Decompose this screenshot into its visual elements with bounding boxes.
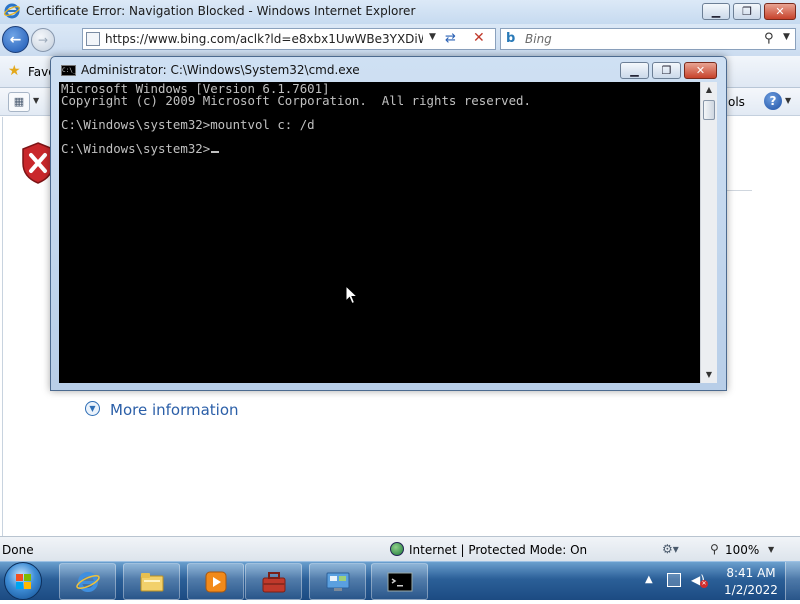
status-bar: Done Internet | Protected Mode: On ⚙▾ ⚲ …	[0, 536, 800, 561]
window-title: Certificate Error: Navigation Blocked - …	[26, 4, 416, 18]
cmd-scrollbar[interactable]: ▲ ▼	[700, 82, 717, 383]
taskbar-internet-explorer[interactable]	[59, 563, 116, 600]
back-button[interactable]: ←	[2, 26, 29, 53]
maximize-button[interactable]: ❐	[733, 3, 761, 20]
zoom-icon[interactable]: ⚲	[710, 542, 719, 556]
text-cursor	[211, 151, 220, 153]
popup-settings-icon[interactable]: ⚙▾	[662, 542, 679, 556]
cmd-icon: C:\_	[61, 65, 77, 76]
bing-icon: b	[506, 31, 516, 46]
start-button[interactable]	[4, 562, 42, 600]
console-line: Copyright (c) 2009 Microsoft Corporation…	[61, 93, 531, 108]
show-desktop-button[interactable]	[785, 562, 800, 601]
console-line: C:\Windows\system32>mountvol c: /d	[61, 117, 315, 132]
close-button[interactable]: ✕	[764, 3, 796, 20]
media-player-icon	[205, 571, 226, 592]
status-text: Done	[2, 543, 34, 557]
taskbar-media-player[interactable]	[187, 563, 244, 600]
cmd-console[interactable]: Microsoft Windows [Version 6.1.7601] Cop…	[59, 82, 700, 383]
search-input[interactable]: Bing	[525, 32, 552, 46]
tabs-dropdown-icon[interactable]: ▼	[33, 96, 39, 105]
stop-icon[interactable]: ✕	[473, 30, 485, 46]
taskbar: ▲ ◀) ✕ 8:41 AM 1/2/2022	[0, 561, 800, 601]
internet-explorer-icon	[4, 3, 20, 19]
zoom-dropdown-icon[interactable]: ▼	[768, 545, 774, 554]
console-prompt: C:\Windows\system32>	[61, 141, 211, 156]
muted-badge-icon: ✕	[700, 580, 708, 588]
cmd-window[interactable]: C:\_ Administrator: C:\Windows\System32\…	[50, 56, 727, 391]
address-bar[interactable]: https://www.bing.com/aclk?ld=e8xbx1UwWBe…	[82, 28, 496, 50]
search-icon[interactable]: ⚲	[764, 31, 774, 46]
expand-chevron-icon[interactable]: ▼	[85, 401, 100, 416]
cmd-minimize-button[interactable]: ▁	[620, 62, 649, 79]
security-zone-text[interactable]: Internet | Protected Mode: On	[409, 543, 587, 557]
favorites-star-icon[interactable]: ★	[8, 63, 21, 79]
taskbar-toolbox[interactable]	[245, 563, 302, 600]
internet-explorer-icon	[75, 571, 100, 592]
navigation-bar: ← → https://www.bing.com/aclk?ld=e8xbx1U…	[0, 24, 800, 56]
taskbar-command-prompt[interactable]	[371, 563, 428, 600]
show-hidden-icons-icon[interactable]: ▲	[645, 574, 653, 585]
help-icon[interactable]: ?	[764, 92, 782, 110]
tools-menu[interactable]: ols	[728, 95, 745, 109]
minimize-button[interactable]: ▁	[702, 3, 730, 20]
windows-logo-icon	[16, 574, 31, 589]
cmd-window-title: Administrator: C:\Windows\System32\cmd.e…	[81, 63, 360, 77]
clock-time[interactable]: 8:41 AM	[723, 566, 779, 580]
address-dropdown-icon[interactable]: ▼	[429, 32, 436, 42]
refresh-icon[interactable]: ⇄	[445, 31, 456, 46]
folder-icon	[140, 572, 163, 591]
ie-title-bar[interactable]: Certificate Error: Navigation Blocked - …	[0, 0, 800, 24]
taskbar-control-panel[interactable]	[309, 563, 366, 600]
search-dropdown-icon[interactable]: ▼	[783, 32, 790, 42]
page-icon	[86, 32, 100, 46]
more-information-link[interactable]: More information	[110, 401, 239, 419]
address-url[interactable]: https://www.bing.com/aclk?ld=e8xbx1UwWBe…	[105, 32, 423, 46]
forward-button[interactable]: →	[31, 28, 55, 52]
mouse-pointer-icon	[345, 285, 358, 305]
console-prompt-line[interactable]: C:\Windows\system32>	[61, 141, 698, 156]
clock-date[interactable]: 1/2/2022	[723, 583, 779, 597]
content-divider	[726, 190, 752, 191]
scroll-down-icon[interactable]: ▼	[701, 367, 717, 383]
cmd-maximize-button[interactable]: ❐	[652, 62, 681, 79]
command-prompt-icon	[387, 572, 412, 591]
toolbox-icon	[262, 571, 285, 592]
globe-icon	[390, 542, 404, 556]
content-border	[2, 117, 3, 536]
quick-tabs-icon[interactable]: ▦	[8, 92, 30, 112]
help-dropdown-icon[interactable]: ▼	[785, 96, 791, 105]
scroll-up-icon[interactable]: ▲	[701, 82, 717, 98]
taskbar-windows-explorer[interactable]	[123, 563, 180, 600]
zoom-level[interactable]: 100%	[725, 543, 759, 557]
network-icon[interactable]	[667, 573, 681, 587]
control-panel-icon	[326, 572, 349, 591]
search-bar[interactable]: b Bing ⚲ ▼	[500, 28, 796, 50]
scroll-thumb[interactable]	[703, 100, 715, 120]
cmd-close-button[interactable]: ✕	[684, 62, 717, 79]
